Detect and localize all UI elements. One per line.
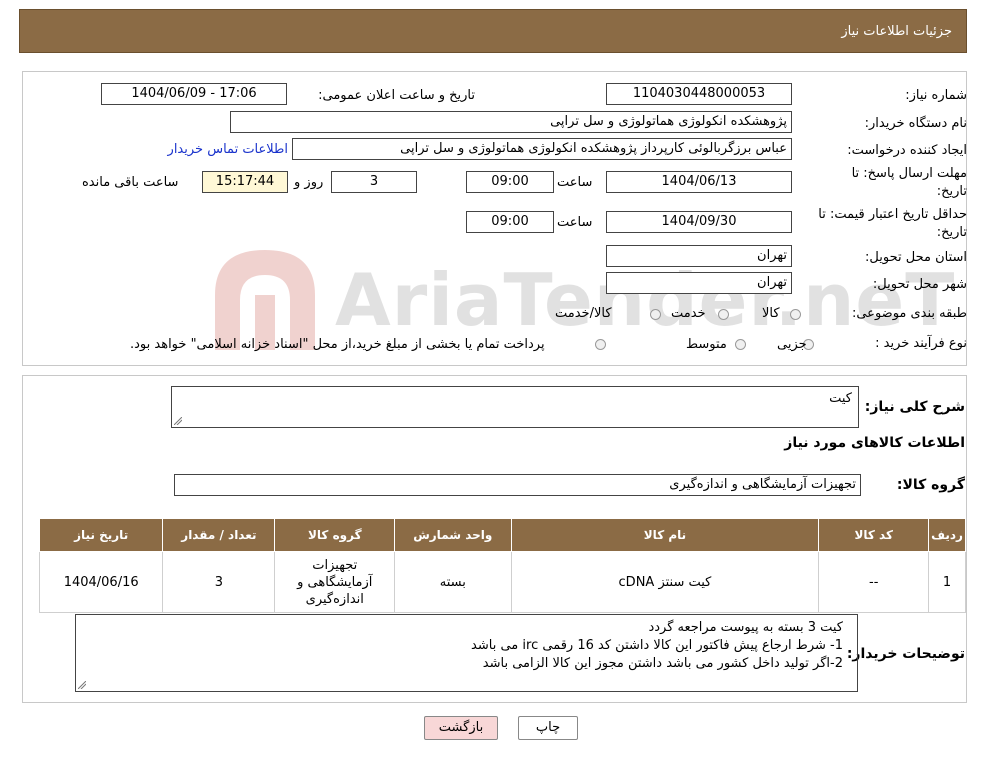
province-label: استان محل تحویل:: [865, 250, 967, 265]
buyer-org-label: نام دستگاه خریدار:: [864, 116, 967, 131]
summary-label: شرح کلی نیاز:: [864, 399, 965, 415]
buyer-contact-link[interactable]: اطلاعات تماس خریدار: [168, 142, 288, 157]
category-option-goods: کالا: [762, 306, 780, 321]
notes-label: توضیحات خریدار:: [846, 646, 965, 662]
col-header-group: گروه کالا: [274, 518, 396, 552]
notes-textarea[interactable]: کیت 3 بسته به پیوست مراجعه گردد 1- شرط ا…: [75, 614, 858, 692]
cell-code: --: [818, 551, 930, 613]
goods-info-title: اطلاعات کالاهای مورد نیاز: [784, 435, 965, 451]
print-button[interactable]: چاپ: [518, 716, 578, 740]
page-title: جزئيات اطلاعات نياز: [841, 24, 952, 39]
remaining-time-field: 15:17:44: [202, 171, 288, 193]
process-label: نوع فرآیند خرید :: [875, 336, 967, 351]
days-field: 3: [331, 171, 417, 193]
items-table: ردیف کد کالا نام کالا واحد شمارش گروه کا…: [38, 518, 966, 613]
col-header-row-number: ردیف: [928, 518, 966, 552]
category-option-service: خدمت: [671, 306, 706, 321]
need-number-field: 1104030448000053: [606, 83, 792, 105]
cell-unit: بسته: [394, 551, 512, 613]
col-header-quantity: تعداد / مقدار: [162, 518, 276, 552]
table-row: 1 -- کیت سنتز cDNA بسته تجهیزات آزمایشگا…: [38, 551, 966, 613]
deadline-time-label: ساعت: [557, 175, 593, 190]
page-header: جزئيات اطلاعات نياز: [19, 9, 967, 53]
cell-group: تجهیزات آزمایشگاهی و اندازه‌گیری: [274, 551, 396, 613]
process-option-medium: متوسط: [686, 337, 727, 352]
deadline-time-field: 09:00: [466, 171, 554, 193]
validity-time-field: 09:00: [466, 211, 554, 233]
col-header-name: نام کالا: [510, 518, 820, 552]
remaining-time-label: ساعت باقی مانده: [82, 175, 179, 190]
category-radio-goods-service[interactable]: [650, 309, 661, 320]
need-number-label: شماره نیاز:: [905, 88, 967, 103]
process-option-minor: جزیی: [777, 337, 807, 352]
notes-line-2: 1- شرط ارجاع پیش فاکتور این کالا داشتن ک…: [471, 638, 843, 653]
creator-field: عباس برزگربالوئی کارپرداز پژوهشکده انکول…: [292, 138, 792, 160]
announce-label: تاریخ و ساعت اعلان عمومی:: [318, 88, 475, 103]
process-radio-treasury[interactable]: [595, 339, 606, 350]
col-header-need-date: تاریخ نیاز: [38, 518, 164, 552]
validity-label-line2: تاریخ:: [936, 225, 967, 240]
province-field: تهران: [606, 245, 792, 267]
category-label: طبقه بندی موضوعی:: [851, 306, 967, 321]
days-label: روز و: [294, 175, 324, 190]
cell-quantity: 3: [162, 551, 276, 613]
city-label: شهر محل تحویل:: [872, 277, 967, 292]
summary-textarea[interactable]: کیت: [171, 386, 859, 428]
col-header-unit: واحد شمارش: [394, 518, 512, 552]
table-header-row: ردیف کد کالا نام کالا واحد شمارش گروه کا…: [38, 518, 966, 552]
col-header-code: کد کالا: [818, 518, 930, 552]
summary-text: کیت: [829, 391, 852, 406]
resize-grip-icon[interactable]: [78, 681, 86, 689]
creator-label: ایجاد کننده درخواست:: [847, 143, 967, 158]
deadline-label-line2: تاریخ:: [936, 184, 967, 199]
city-field: تهران: [606, 272, 792, 294]
cell-need-date: 1404/06/16: [38, 551, 164, 613]
category-option-goods-service: کالا/خدمت: [555, 306, 612, 321]
notes-line-1: کیت 3 بسته به پیوست مراجعه گردد: [648, 620, 843, 635]
notes-line-3: 2-اگر تولید داخل کشور می باشد داشتن مجوز…: [482, 656, 843, 671]
group-label: گروه کالا:: [896, 477, 965, 493]
deadline-date-field: 1404/06/13: [606, 171, 792, 193]
group-field: تجهیزات آزمایشگاهی و اندازه‌گیری: [174, 474, 861, 496]
category-radio-goods[interactable]: [790, 309, 801, 320]
resize-grip-icon[interactable]: [174, 417, 182, 425]
cell-name: کیت سنتز cDNA: [510, 551, 820, 613]
category-radio-service[interactable]: [718, 309, 729, 320]
back-button[interactable]: بازگشت: [424, 716, 498, 740]
validity-label-line1: حداقل تاریخ اعتبار قیمت: تا: [818, 207, 967, 222]
validity-time-label: ساعت: [557, 215, 593, 230]
deadline-label-line1: مهلت ارسال پاسخ: تا: [851, 166, 967, 181]
process-radio-medium[interactable]: [735, 339, 746, 350]
validity-date-field: 1404/09/30: [606, 211, 792, 233]
buyer-org-field: پژوهشکده انکولوژی هماتولوژی و سل تراپی: [230, 111, 792, 133]
cell-row-number: 1: [928, 551, 966, 613]
announce-field: 1404/06/09 - 17:06: [101, 83, 287, 105]
process-note: پرداخت تمام یا بخشی از مبلغ خرید،از محل …: [130, 337, 545, 352]
